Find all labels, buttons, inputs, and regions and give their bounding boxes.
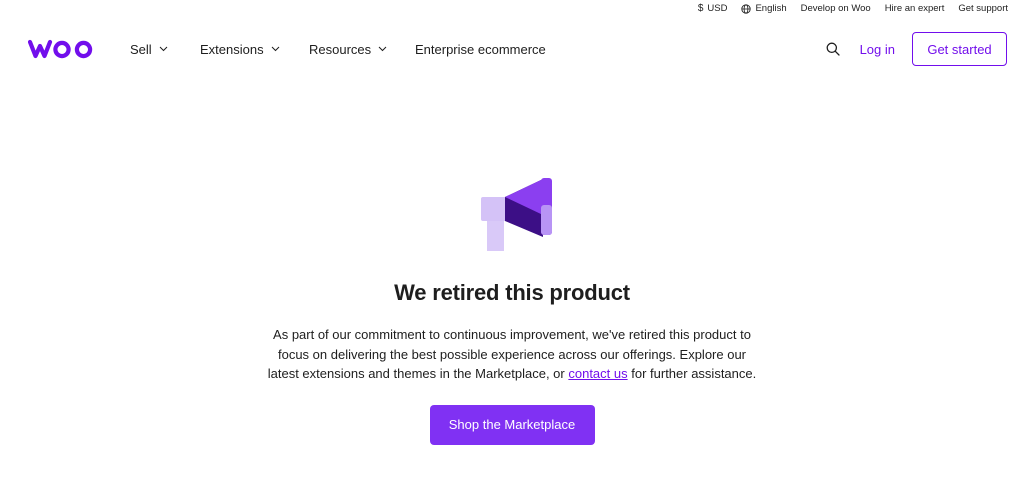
nav-item-label: Sell (130, 41, 152, 57)
nav-links: Sell Extensions Resources Enterprise eco… (130, 30, 546, 68)
globe-icon (741, 3, 752, 14)
notice-text: As part of our commitment to continuous … (267, 325, 757, 384)
megaphone-icon (481, 178, 552, 251)
nav-item-label: Extensions (200, 41, 264, 57)
retired-product-notice: We retired this product As part of our c… (0, 175, 1024, 445)
get-support-label: Get support (958, 3, 1008, 14)
language-label: English (755, 3, 787, 14)
nav-item-enterprise[interactable]: Enterprise ecommerce (415, 42, 546, 57)
nav-item-extensions[interactable]: Extensions (200, 42, 309, 57)
nav-item-resources[interactable]: Resources (309, 42, 415, 57)
woo-logo[interactable] (27, 36, 97, 65)
nav-item-sell[interactable]: Sell (130, 42, 200, 57)
login-link[interactable]: Log in (860, 42, 895, 57)
notice-text-end: for further assistance. (627, 366, 757, 381)
develop-label: Develop on Woo (800, 3, 871, 14)
dollar-icon: $ (697, 3, 704, 14)
page-title: We retired this product (394, 280, 630, 305)
chevron-down-icon (378, 46, 387, 52)
shop-marketplace-button[interactable]: Shop the Marketplace (429, 404, 595, 445)
search-icon (826, 42, 840, 56)
currency-label: USD (707, 3, 728, 14)
utility-bar: $ USD English Develop on Woo Hire an exp… (698, 0, 1008, 17)
woo-logo-icon (27, 39, 93, 59)
currency-selector[interactable]: $ USD (698, 3, 728, 14)
nav-right: Log in Get started (823, 30, 1007, 68)
hire-expert-link[interactable]: Hire an expert (885, 3, 945, 14)
get-support-link[interactable]: Get support (958, 3, 1008, 14)
language-selector[interactable]: English (741, 3, 787, 14)
nav-item-label: Resources (309, 41, 372, 57)
contact-us-link[interactable]: contact us (568, 366, 627, 381)
nav-item-label: Enterprise ecommerce (415, 41, 546, 57)
main-nav: Sell Extensions Resources Enterprise eco… (0, 30, 1024, 68)
search-button[interactable] (823, 39, 843, 59)
chevron-down-icon (159, 46, 168, 52)
chevron-down-icon (271, 46, 279, 52)
get-started-button[interactable]: Get started (912, 32, 1007, 66)
hire-expert-label: Hire an expert (884, 3, 945, 14)
develop-link[interactable]: Develop on Woo (801, 3, 871, 14)
